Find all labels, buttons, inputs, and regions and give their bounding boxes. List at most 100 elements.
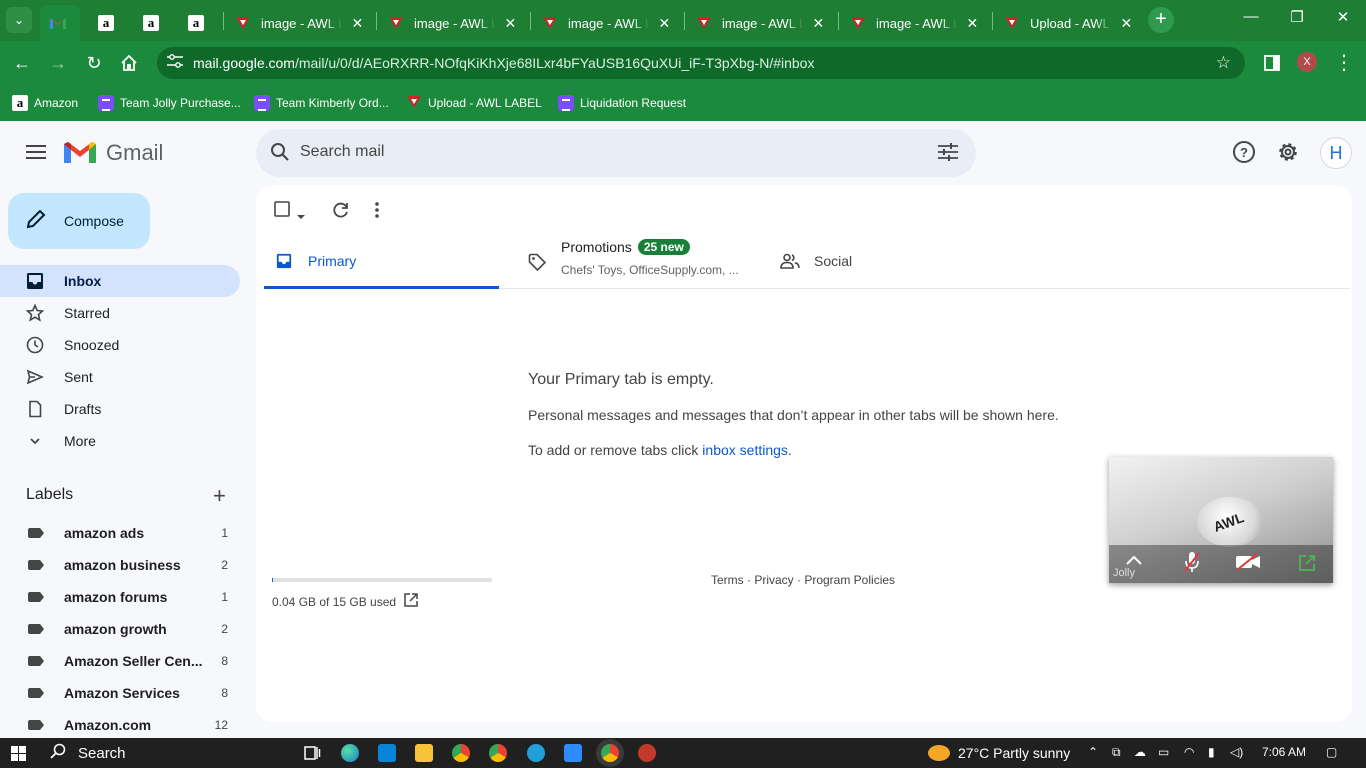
wifi-icon[interactable]: ◠ [1184, 745, 1194, 759]
back-arrow-icon[interactable]: ← [10, 51, 34, 75]
tab-awl-upload[interactable]: Upload - AWL L ✕ [994, 5, 1144, 41]
pop-out-icon[interactable] [1297, 553, 1317, 578]
bookmark-label: Amazon [34, 96, 79, 110]
close-window-button[interactable]: ✕ [1328, 8, 1358, 26]
forward-arrow-icon[interactable]: → [46, 51, 70, 75]
select-all-checkbox[interactable] [274, 201, 290, 222]
select-dropdown-icon[interactable] [296, 207, 306, 225]
tab-amazon-2[interactable]: a [133, 5, 173, 41]
microphone-muted-icon[interactable] [1183, 551, 1201, 578]
tab-primary[interactable]: Primary [264, 235, 499, 289]
telegram-icon[interactable] [527, 744, 545, 762]
bookmark-team-jolly[interactable]: Team Jolly Purchase... [98, 92, 241, 114]
tab-social[interactable]: Social [774, 235, 1024, 289]
tab-awl-image-5[interactable]: image - AWL LA ✕ [840, 5, 990, 41]
clock-time[interactable]: 7:06 AM [1262, 745, 1306, 759]
tab-search-button[interactable]: ⌄ [6, 7, 32, 33]
label-item[interactable]: amazon business 2 [0, 549, 240, 581]
bookmark-upload-awl[interactable]: Upload - AWL LABEL [406, 92, 542, 114]
gmail-logo-text[interactable]: Gmail [106, 140, 163, 166]
nav-inbox[interactable]: Inbox [0, 265, 240, 297]
camera-off-icon[interactable] [1235, 553, 1261, 576]
search-options-icon[interactable] [938, 143, 958, 166]
nav-sent[interactable]: Sent [0, 361, 240, 393]
address-bar[interactable]: mail.google.com/mail/u/0/d/AEoRXRR-NOfqK… [157, 47, 1245, 79]
notifications-icon[interactable]: ▢ [1326, 745, 1337, 759]
windows-start-icon[interactable] [11, 746, 26, 766]
label-item[interactable]: Amazon.com 12 [0, 709, 240, 741]
tab-awl-image-4[interactable]: image - AWL LA ✕ [686, 5, 836, 41]
close-tab-icon[interactable]: ✕ [503, 15, 518, 32]
search-input[interactable]: Search mail [300, 143, 384, 161]
bookmark-liquidation[interactable]: Liquidation Request [558, 92, 686, 114]
gmail-app: Gmail Search mail ? H Compose Inbox Star… [0, 121, 1366, 738]
tab-promotions[interactable]: Promotions 25 new Chefs' Toys, OfficeSupp… [514, 235, 764, 289]
bookmark-star-icon[interactable]: ☆ [1216, 53, 1231, 73]
label-item[interactable]: amazon growth 2 [0, 613, 240, 645]
show-hidden-icons-icon[interactable]: ⌃ [1088, 745, 1098, 759]
refresh-icon[interactable] [332, 201, 350, 224]
onedrive-icon[interactable]: ☁ [1134, 745, 1146, 759]
label-item[interactable]: amazon ads 1 [0, 517, 240, 549]
browser-profile-avatar[interactable]: X [1297, 52, 1317, 72]
settings-gear-icon[interactable] [1276, 140, 1302, 166]
main-menu-icon[interactable] [26, 145, 46, 159]
inbox-settings-link[interactable]: inbox settings [702, 442, 788, 458]
file-explorer-icon[interactable] [415, 744, 433, 762]
minimize-window-button[interactable]: — [1236, 8, 1266, 25]
chrome-active-icon[interactable] [601, 744, 619, 762]
close-tab-icon[interactable]: ✕ [350, 15, 365, 32]
close-tab-icon[interactable]: ✕ [965, 15, 980, 32]
footer-links[interactable]: Terms · Privacy · Program Policies [711, 573, 895, 587]
app-icon[interactable] [638, 744, 656, 762]
tab-awl-image-3[interactable]: image - AWL LA ✕ [532, 5, 682, 41]
microphone-icon[interactable]: ▮ [1208, 745, 1215, 759]
tab-amazon-1[interactable]: a [88, 5, 128, 41]
volume-icon[interactable]: ◁) [1230, 745, 1243, 759]
help-icon[interactable]: ? [1232, 140, 1258, 166]
account-avatar[interactable]: H [1320, 137, 1352, 169]
label-item[interactable]: amazon forums 1 [0, 581, 240, 613]
close-tab-icon[interactable]: ✕ [1119, 15, 1134, 32]
new-tab-button[interactable]: + [1148, 7, 1174, 33]
nav-snoozed[interactable]: Snoozed [0, 329, 240, 361]
tray-app-icon[interactable]: ⧉ [1112, 745, 1121, 760]
tab-amazon-3[interactable]: a [178, 5, 218, 41]
gmail-logo-icon[interactable] [64, 141, 96, 170]
nav-starred[interactable]: Starred [0, 297, 240, 329]
search-icon[interactable] [270, 142, 290, 167]
chrome-menu-icon[interactable]: ⋮ [1332, 51, 1356, 75]
label-item[interactable]: Amazon Services 8 [0, 677, 240, 709]
taskbar-search[interactable]: Search [40, 738, 294, 768]
bookmark-amazon[interactable]: a Amazon [12, 92, 78, 114]
side-panel-icon[interactable] [1260, 51, 1284, 75]
label-item[interactable]: Amazon Seller Cen... 8 [0, 645, 240, 677]
chrome-profile-icon[interactable] [489, 744, 507, 762]
home-icon[interactable] [117, 51, 141, 75]
task-view-icon[interactable] [303, 744, 321, 762]
microsoft-store-icon[interactable] [378, 744, 396, 762]
reload-icon[interactable]: ↻ [82, 51, 106, 75]
tab-gmail[interactable] [40, 5, 80, 41]
bookmark-team-kimberly[interactable]: Team Kimberly Ord... [254, 92, 389, 114]
more-options-icon[interactable] [374, 201, 380, 224]
nav-label: Drafts [64, 401, 102, 417]
compose-button[interactable]: Compose [8, 193, 150, 249]
tab-awl-image-1[interactable]: image - AWL LA ✕ [225, 5, 375, 41]
nav-more[interactable]: More [0, 425, 240, 457]
open-external-icon[interactable] [404, 593, 418, 610]
weather-widget[interactable]: 27°C Partly sunny [928, 745, 1070, 761]
video-call-preview[interactable]: AWL Jolly [1109, 457, 1333, 583]
chrome-icon[interactable] [452, 744, 470, 762]
edge-browser-icon[interactable] [341, 744, 359, 762]
close-tab-icon[interactable]: ✕ [811, 15, 826, 32]
site-settings-icon[interactable] [167, 54, 183, 71]
add-label-icon[interactable]: + [213, 483, 226, 509]
tab-awl-image-2[interactable]: image - AWL LA ✕ [378, 5, 528, 41]
zoom-icon[interactable] [564, 744, 582, 762]
restore-window-button[interactable]: ❐ [1282, 8, 1312, 26]
battery-icon[interactable]: ▭ [1158, 745, 1169, 759]
close-tab-icon[interactable]: ✕ [657, 15, 672, 32]
nav-drafts[interactable]: Drafts [0, 393, 240, 425]
search-bar[interactable]: Search mail [256, 129, 976, 177]
